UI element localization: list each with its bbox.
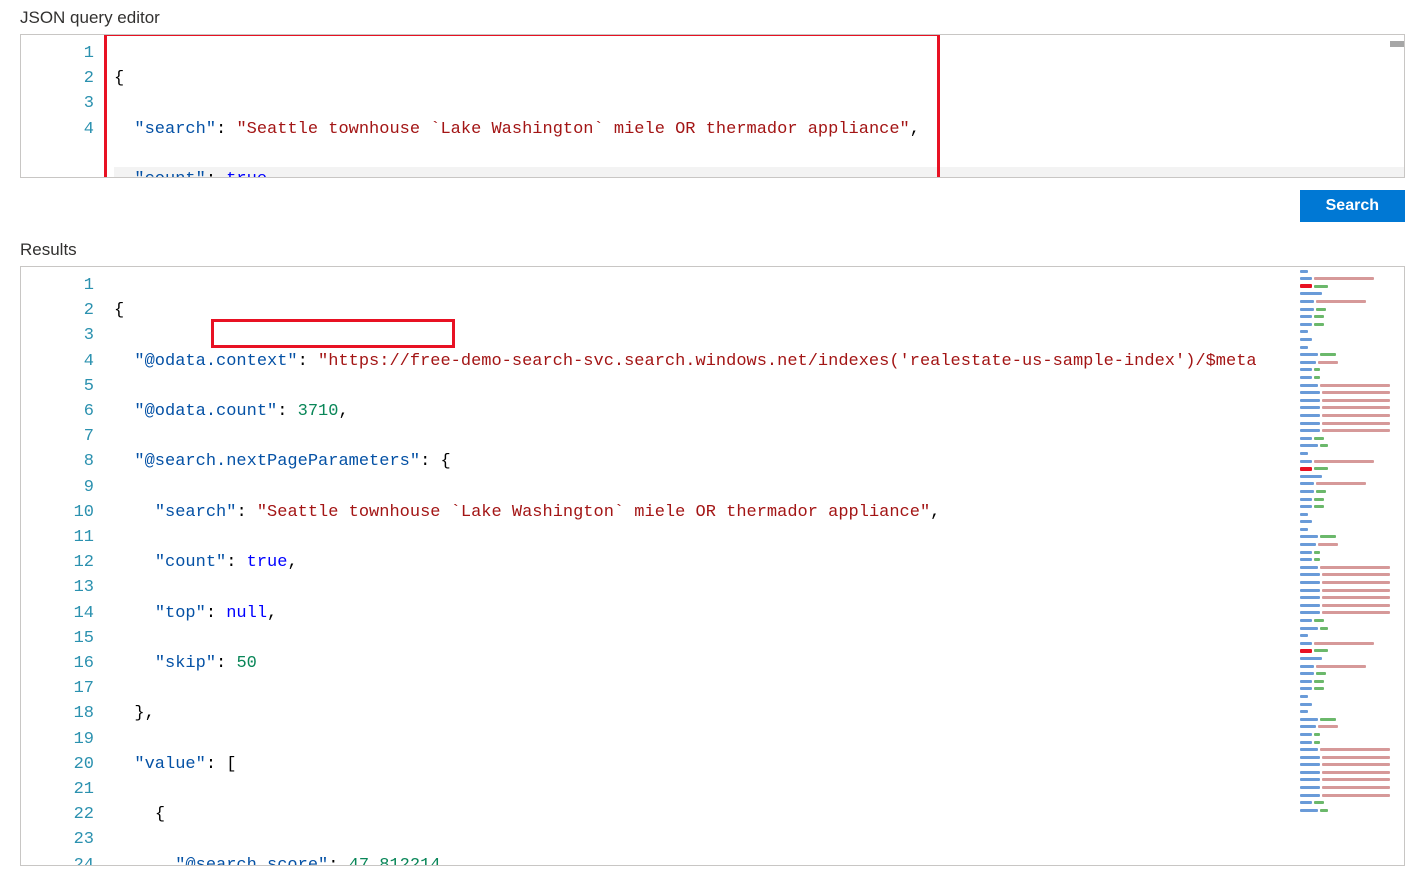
editor-scroll-marker	[1390, 41, 1404, 47]
results-line-gutter: 1 2 3 4 5 6 7 8 9 10 11 12 13 14 15 16 1…	[21, 267, 106, 865]
results-minimap[interactable]	[1292, 267, 1404, 865]
search-button[interactable]: Search	[1300, 190, 1405, 222]
highlight-box-count	[211, 319, 455, 348]
results-section-label: Results	[0, 232, 1425, 266]
results-code-area[interactable]: { "@odata.context": "https://free-demo-s…	[106, 267, 1292, 865]
button-row: Search	[0, 178, 1425, 232]
query-editor-panel[interactable]: 1 2 3 4 { "search": "Seattle townhouse `…	[20, 34, 1405, 178]
editor-code-area[interactable]: { "search": "Seattle townhouse `Lake Was…	[106, 35, 1404, 177]
editor-section-label: JSON query editor	[0, 0, 1425, 34]
results-panel[interactable]: 1 2 3 4 5 6 7 8 9 10 11 12 13 14 15 16 1…	[20, 266, 1405, 866]
editor-line-gutter: 1 2 3 4	[21, 35, 106, 177]
